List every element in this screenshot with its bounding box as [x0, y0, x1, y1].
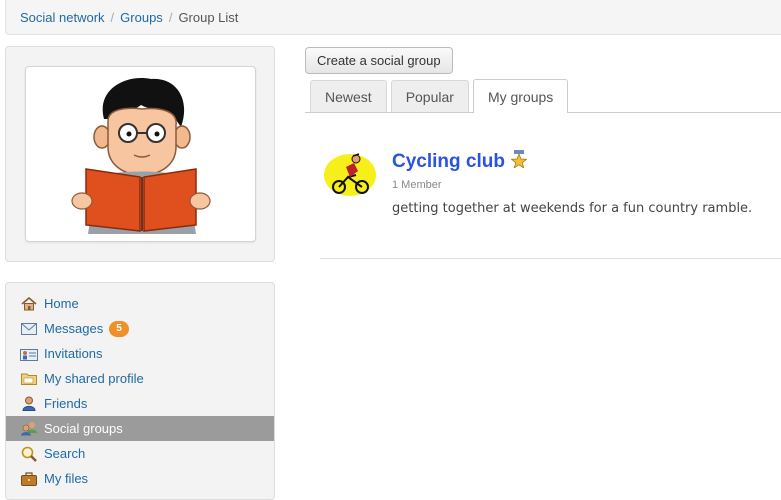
breadcrumb-groups[interactable]: Groups: [120, 10, 163, 25]
breadcrumb-social-network[interactable]: Social network: [20, 10, 105, 25]
menu-item-my-files[interactable]: My files: [6, 466, 274, 491]
menu-item-social-groups[interactable]: Social groups: [6, 416, 274, 441]
group-description: getting together at weekends for a fun c…: [392, 201, 753, 216]
menu-item-label: My shared profile: [44, 371, 144, 386]
group-icon: [20, 421, 38, 437]
group-member-count: 1 Member: [392, 179, 442, 191]
menu-item-label: Messages: [44, 321, 104, 336]
menu-item-search[interactable]: Search: [6, 441, 274, 466]
tab-newest[interactable]: Newest: [310, 80, 387, 112]
menu-item-home[interactable]: Home: [6, 291, 274, 316]
admin-star-icon: [510, 150, 528, 174]
menu-item-messages[interactable]: Messages 5: [6, 316, 274, 341]
tab-my-groups[interactable]: My groups: [472, 79, 569, 113]
menu-item-shared-profile[interactable]: My shared profile: [6, 366, 274, 391]
create-social-group-button[interactable]: Create a social group: [305, 47, 453, 74]
group-title: Cycling club: [392, 151, 505, 172]
profile-avatar-panel: [5, 46, 275, 262]
social-menu: Home Messages 5 Invitations My shared pr…: [5, 282, 275, 500]
invitation-icon: [20, 346, 38, 362]
unread-count-badge: 5: [109, 320, 129, 337]
friend-icon: [20, 396, 38, 412]
envelope-icon: [20, 321, 38, 337]
briefcase-icon: [20, 471, 38, 487]
menu-item-label: Social groups: [44, 421, 123, 436]
breadcrumb-separator: /: [110, 9, 115, 25]
home-icon: [20, 296, 38, 312]
breadcrumb: Social network / Groups / Group List: [5, 0, 781, 35]
menu-item-label: Home: [44, 296, 79, 311]
menu-item-invitations[interactable]: Invitations: [6, 341, 274, 366]
reading-person-avatar-icon: [70, 78, 211, 234]
group-title-link[interactable]: Cycling club: [392, 150, 528, 174]
folder-icon: [20, 371, 38, 387]
group-list-item: Cycling club 1 Member getting together a…: [320, 145, 781, 259]
menu-item-label: My files: [44, 471, 89, 486]
breadcrumb-separator: /: [168, 9, 173, 25]
group-tabs: Newest Popular My groups: [305, 79, 781, 113]
avatar[interactable]: [25, 66, 256, 242]
menu-item-label: Friends: [44, 396, 88, 411]
magnifier-icon: [20, 446, 38, 462]
menu-item-label: Invitations: [44, 346, 103, 361]
cyclist-icon[interactable]: [322, 149, 378, 197]
tab-popular[interactable]: Popular: [390, 80, 469, 112]
menu-item-label: Search: [44, 446, 86, 461]
breadcrumb-current: Group List: [178, 9, 239, 25]
menu-item-friends[interactable]: Friends: [6, 391, 274, 416]
